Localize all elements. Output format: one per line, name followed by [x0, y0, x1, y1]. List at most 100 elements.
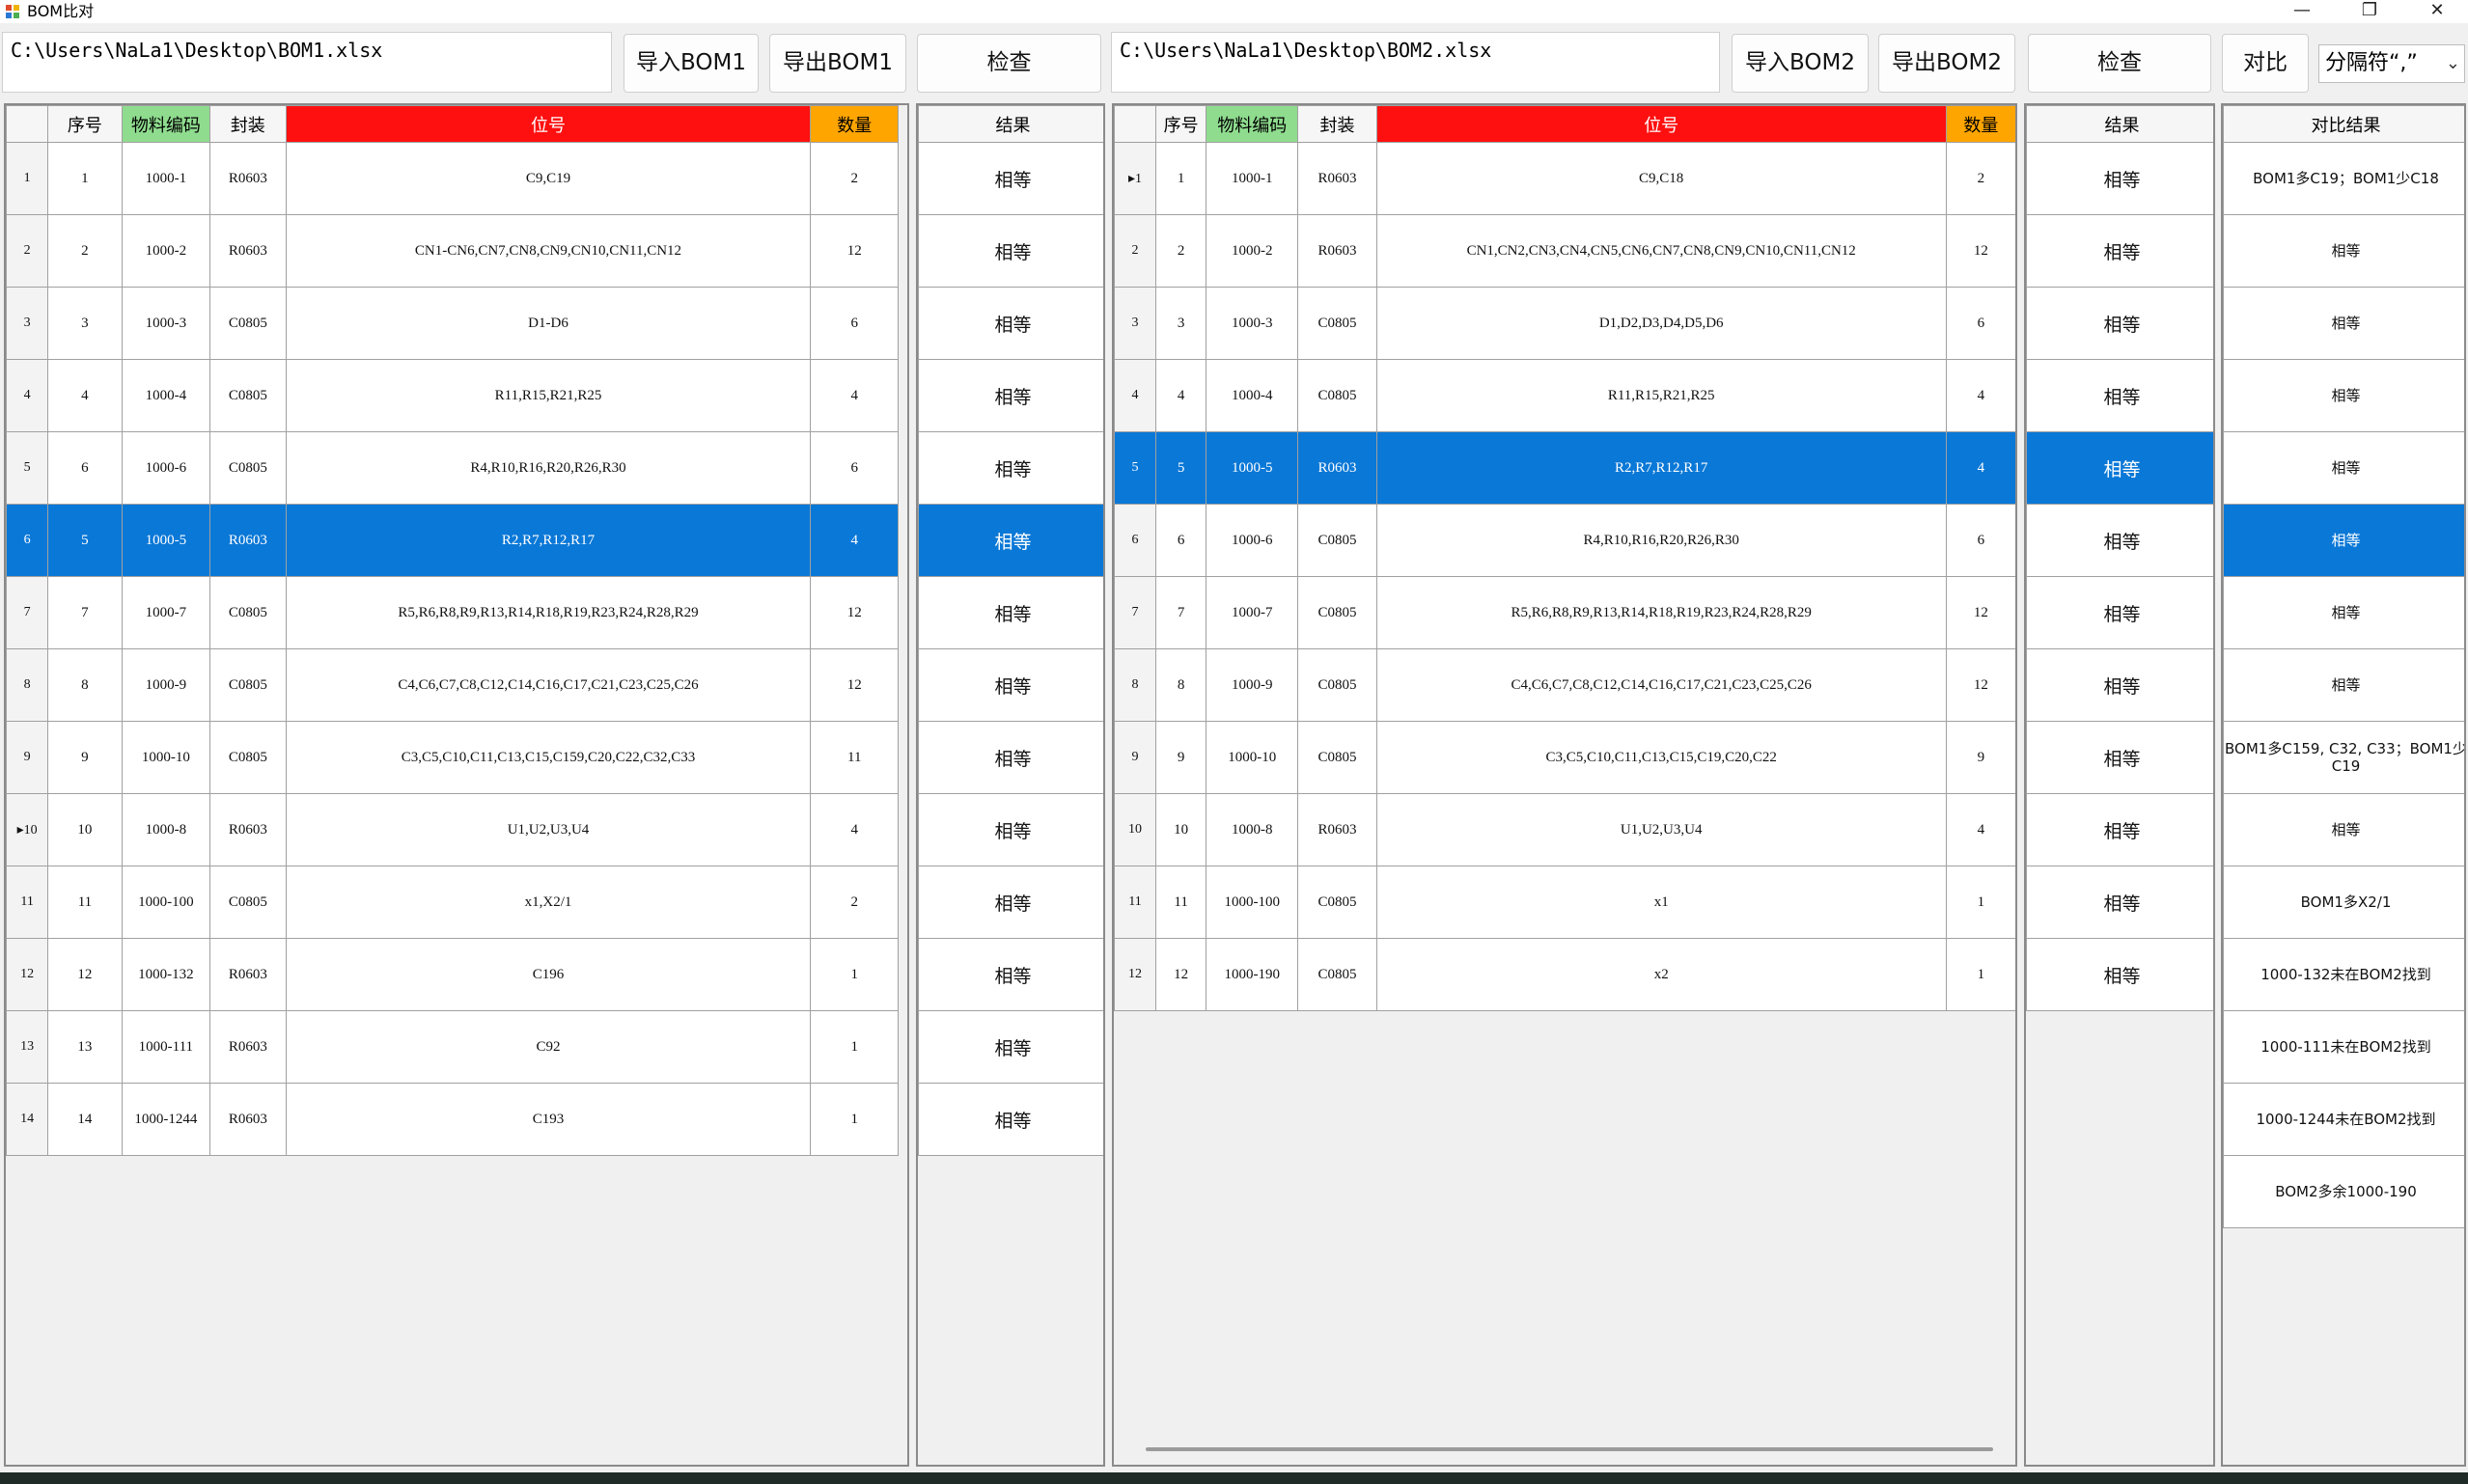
- cell-qty[interactable]: 1: [810, 1083, 899, 1156]
- cell-ref[interactable]: D1-D6: [285, 287, 812, 360]
- cell-qty[interactable]: 6: [810, 431, 899, 505]
- cell-qty[interactable]: 1: [810, 938, 899, 1011]
- cell-package[interactable]: C0805: [209, 287, 287, 360]
- cell-qty[interactable]: 4: [1945, 793, 2015, 866]
- cell-result[interactable]: 1000-132未在BOM2找到: [2223, 938, 2464, 1011]
- cell-seq[interactable]: 5: [1155, 431, 1207, 505]
- table-row[interactable]: 3 3 1000-3 C0805 D1,D2,D3,D4,D5,D6 6: [1114, 287, 2015, 360]
- table-row[interactable]: 相等: [2223, 576, 2464, 649]
- cell-code[interactable]: 1000-4: [121, 359, 211, 432]
- table-row[interactable]: 相等: [918, 431, 1103, 505]
- table-row[interactable]: 2 2 1000-2 R0603 CN1-CN6,CN7,CN8,CN9,CN10,CN…: [6, 214, 899, 288]
- table-row[interactable]: 相等: [2026, 287, 2213, 360]
- cell-code[interactable]: 1000-190: [1206, 938, 1299, 1011]
- table-row[interactable]: 相等: [2026, 648, 2213, 722]
- cell-code[interactable]: 1000-6: [121, 431, 211, 505]
- cell-seq[interactable]: 4: [47, 359, 123, 432]
- cell-package[interactable]: C0805: [209, 648, 287, 722]
- cell-result[interactable]: 相等: [2223, 648, 2464, 722]
- cell-result[interactable]: 相等: [2026, 938, 2213, 1011]
- cell-result[interactable]: 相等: [2026, 576, 2213, 649]
- table-row[interactable]: 8 8 1000-9 C0805 C4,C6,C7,C8,C12,C14,C16,C17…: [6, 648, 899, 722]
- cell-qty[interactable]: 12: [1945, 648, 2015, 722]
- cell-qty[interactable]: 12: [810, 214, 899, 288]
- table-row[interactable]: ▸10 10 1000-8 R0603 U1,U2,U3,U4 4: [6, 793, 899, 866]
- table-row[interactable]: 4 4 1000-4 C0805 R11,R15,R21,R25 4: [6, 359, 899, 432]
- cell-seq[interactable]: 8: [1155, 648, 1207, 722]
- table-row[interactable]: 相等: [2026, 866, 2213, 939]
- cell-package[interactable]: C0805: [209, 866, 287, 939]
- table-row[interactable]: 5 6 1000-6 C0805 R4,R10,R16,R20,R26,R30 6: [6, 431, 899, 505]
- cell-code[interactable]: 1000-1: [121, 142, 211, 215]
- cell-seq[interactable]: 9: [1155, 721, 1207, 794]
- table-row[interactable]: BOM2多余1000-190: [2223, 1155, 2464, 1228]
- table-row[interactable]: 相等: [2026, 721, 2213, 794]
- cell-seq[interactable]: 2: [47, 214, 123, 288]
- cell-result[interactable]: BOM2多余1000-190: [2223, 1155, 2464, 1228]
- cell-qty[interactable]: 12: [810, 576, 899, 649]
- cell-ref[interactable]: x2: [1375, 938, 1947, 1011]
- cell-code[interactable]: 1000-2: [121, 214, 211, 288]
- cell-code[interactable]: 1000-111: [121, 1010, 211, 1084]
- table-row[interactable]: 相等: [2026, 793, 2213, 866]
- row-header[interactable]: 8: [1114, 648, 1157, 722]
- cell-seq[interactable]: 9: [47, 721, 123, 794]
- row-header[interactable]: 6: [6, 504, 49, 577]
- cell-seq[interactable]: 14: [47, 1083, 123, 1156]
- bom1-path-input[interactable]: C:\Users\NaLa1\Desktop\BOM1.xlsx: [2, 32, 612, 93]
- col-header-ref[interactable]: 位号: [285, 105, 812, 143]
- cell-result[interactable]: 相等: [918, 938, 1103, 1011]
- table-row[interactable]: 相等: [2223, 793, 2464, 866]
- table-row[interactable]: 相等: [2026, 504, 2213, 577]
- cell-qty[interactable]: 6: [1945, 504, 2015, 577]
- cell-result[interactable]: BOM1多X2/1: [2223, 866, 2464, 939]
- bom1-result-panel[interactable]: 结果 相等 相等 相等 相等 相等 相等 相等 相等 相等 相等 相等 相等 相等 相等: [916, 103, 1105, 1467]
- cell-seq[interactable]: 3: [1155, 287, 1207, 360]
- cell-code[interactable]: 1000-8: [121, 793, 211, 866]
- cell-ref[interactable]: C196: [285, 938, 812, 1011]
- cell-code[interactable]: 1000-8: [1206, 793, 1299, 866]
- cell-result[interactable]: 相等: [918, 431, 1103, 505]
- cell-package[interactable]: C0805: [1297, 648, 1377, 722]
- table-row[interactable]: 11 11 1000-100 C0805 x1,X2/1 2: [6, 866, 899, 939]
- cell-code[interactable]: 1000-1244: [121, 1083, 211, 1156]
- col-header-package[interactable]: 封装: [1297, 105, 1377, 143]
- row-header[interactable]: 2: [6, 214, 49, 288]
- cell-ref[interactable]: C9,C19: [285, 142, 812, 215]
- cell-package[interactable]: R0603: [1297, 142, 1377, 215]
- cell-seq[interactable]: 5: [47, 504, 123, 577]
- row-header[interactable]: 11: [6, 866, 49, 939]
- table-row[interactable]: 相等: [2026, 576, 2213, 649]
- cell-seq[interactable]: 7: [47, 576, 123, 649]
- col-header-qty[interactable]: 数量: [810, 105, 899, 143]
- cell-code[interactable]: 1000-132: [121, 938, 211, 1011]
- cell-package[interactable]: R0603: [209, 793, 287, 866]
- cell-package[interactable]: C0805: [1297, 721, 1377, 794]
- row-header[interactable]: 11: [1114, 866, 1157, 939]
- cell-package[interactable]: C0805: [1297, 287, 1377, 360]
- cell-code[interactable]: 1000-9: [1206, 648, 1299, 722]
- table-row[interactable]: 7 7 1000-7 C0805 R5,R6,R8,R9,R13,R14,R18,R19…: [1114, 576, 2015, 649]
- cell-package[interactable]: C0805: [209, 359, 287, 432]
- col-header-package[interactable]: 封装: [209, 105, 287, 143]
- cell-package[interactable]: C0805: [1297, 504, 1377, 577]
- maximize-button[interactable]: ❐: [2336, 0, 2403, 23]
- cell-result[interactable]: 相等: [918, 287, 1103, 360]
- row-header[interactable]: 12: [1114, 938, 1157, 1011]
- table-row[interactable]: 相等: [918, 359, 1103, 432]
- cell-package[interactable]: R0603: [209, 1010, 287, 1084]
- cell-package[interactable]: C0805: [209, 576, 287, 649]
- cell-result[interactable]: BOM1多C19；BOM1少C18: [2223, 142, 2464, 215]
- table-row[interactable]: 相等: [2026, 214, 2213, 288]
- table-row[interactable]: 相等: [2026, 938, 2213, 1011]
- cell-qty[interactable]: 6: [810, 287, 899, 360]
- cell-ref[interactable]: U1,U2,U3,U4: [1375, 793, 1947, 866]
- cell-package[interactable]: R0603: [1297, 214, 1377, 288]
- cell-qty[interactable]: 4: [810, 359, 899, 432]
- table-row[interactable]: 6 6 1000-6 C0805 R4,R10,R16,R20,R26,R30 6: [1114, 504, 2015, 577]
- cell-result[interactable]: 相等: [2026, 866, 2213, 939]
- row-header[interactable]: 14: [6, 1083, 49, 1156]
- col-header-compare-result[interactable]: 对比结果: [2223, 105, 2464, 143]
- row-header[interactable]: 8: [6, 648, 49, 722]
- cell-qty[interactable]: 2: [810, 866, 899, 939]
